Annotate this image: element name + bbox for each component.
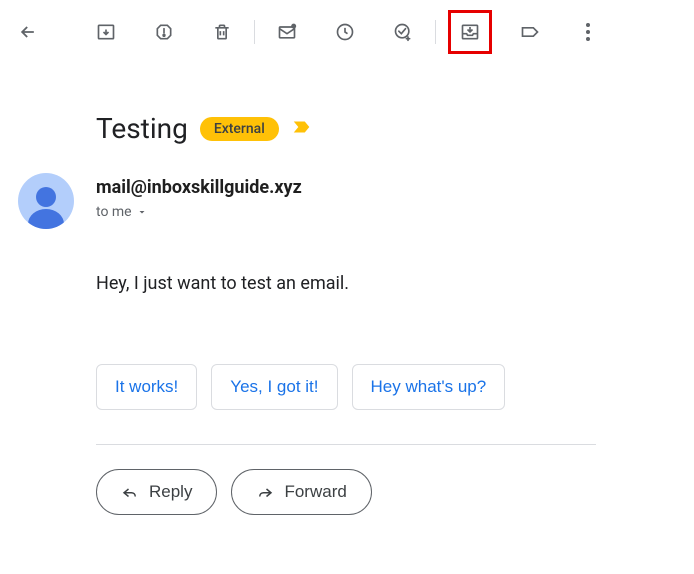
forward-button[interactable]: Forward (231, 469, 371, 515)
recipient-text: to me (96, 204, 132, 220)
important-icon (291, 116, 313, 138)
mark-unread-button[interactable] (267, 12, 307, 52)
label-icon (520, 22, 540, 42)
toolbar-divider (435, 20, 436, 44)
sender-row: mail@inboxskillguide.xyz to me (18, 173, 694, 229)
toolbar-divider (254, 20, 255, 44)
move-to-inbox-icon (460, 22, 480, 42)
move-to-inbox-button[interactable] (453, 15, 487, 49)
task-add-icon (393, 22, 413, 42)
subject-row: Testing External (96, 112, 694, 145)
smart-reply-2[interactable]: Yes, I got it! (211, 364, 337, 410)
reply-button[interactable]: Reply (96, 469, 217, 515)
highlighted-move-to-inbox (448, 10, 492, 54)
arrow-back-icon (18, 22, 38, 42)
delete-button[interactable] (202, 12, 242, 52)
recipient-line[interactable]: to me (96, 204, 302, 220)
separator (96, 444, 596, 445)
reply-icon (121, 483, 139, 501)
external-badge: External (200, 117, 279, 141)
smart-reply-1[interactable]: It works! (96, 364, 197, 410)
clock-icon (335, 22, 355, 42)
sender-email: mail@inboxskillguide.xyz (96, 177, 302, 198)
archive-button[interactable] (86, 12, 126, 52)
smart-replies: It works! Yes, I got it! Hey what's up? (96, 364, 694, 410)
email-subject: Testing (96, 112, 188, 145)
report-spam-button[interactable] (144, 12, 184, 52)
back-button[interactable] (8, 12, 48, 52)
spam-icon (154, 22, 174, 42)
more-button[interactable] (568, 12, 608, 52)
snooze-button[interactable] (325, 12, 365, 52)
forward-icon (256, 483, 274, 501)
labels-button[interactable] (510, 12, 550, 52)
importance-marker[interactable] (291, 116, 313, 142)
chevron-down-icon (136, 206, 148, 218)
mail-unread-icon (277, 22, 297, 42)
smart-reply-3[interactable]: Hey what's up? (352, 364, 506, 410)
email-body: Hey, I just want to test an email. (96, 273, 694, 294)
archive-icon (96, 22, 116, 42)
action-buttons: Reply Forward (96, 469, 694, 515)
forward-label: Forward (284, 482, 346, 502)
avatar[interactable] (18, 173, 74, 229)
reply-label: Reply (149, 482, 192, 502)
add-to-tasks-button[interactable] (383, 12, 423, 52)
message-toolbar (0, 0, 694, 64)
trash-icon (212, 22, 232, 42)
more-vert-icon (586, 23, 590, 41)
